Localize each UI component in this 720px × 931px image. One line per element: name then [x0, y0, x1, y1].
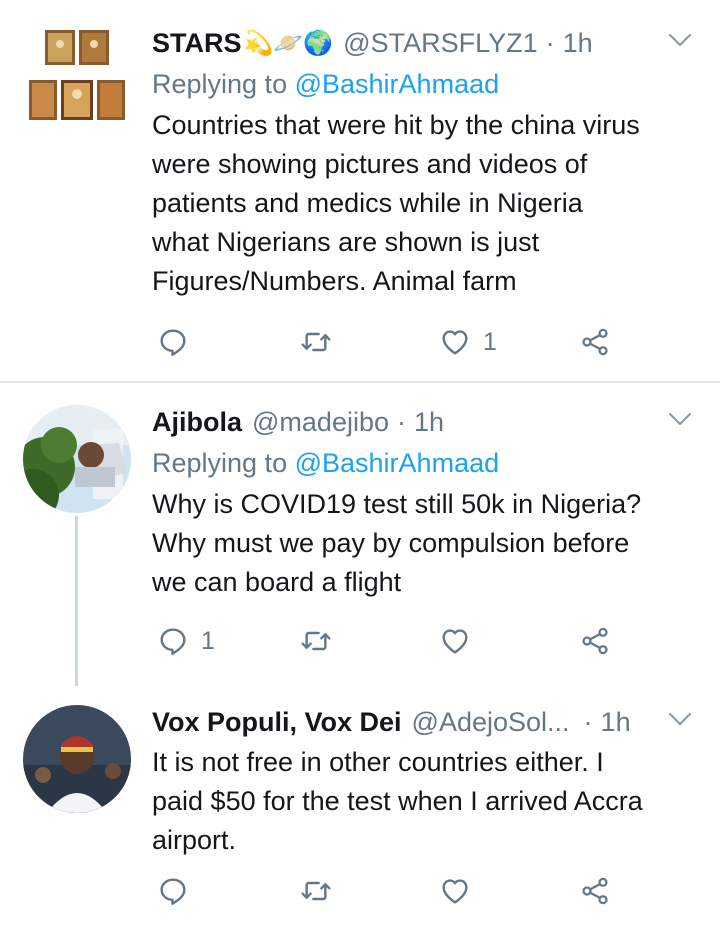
display-name[interactable]: Ajibola	[152, 407, 242, 438]
tweet-actions: 1	[157, 322, 637, 362]
retweet-button[interactable]	[300, 322, 344, 362]
like-button[interactable]	[439, 621, 483, 661]
display-name[interactable]: Vox Populi, Vox Dei	[152, 707, 402, 738]
person-outdoors-avatar-image	[23, 405, 131, 513]
reply-icon	[157, 326, 189, 358]
man-in-cap-avatar-image	[23, 705, 131, 813]
tweet-header: Ajibola @madejibo · 1h	[152, 401, 700, 443]
separator-dot: ·	[583, 706, 593, 737]
replying-prefix: Replying to	[152, 448, 288, 478]
chevron-down-icon[interactable]	[667, 409, 693, 429]
tweet-actions: 1	[157, 621, 637, 661]
retweet-icon	[300, 625, 332, 657]
reply-icon	[157, 875, 189, 907]
replying-prefix: Replying to	[152, 69, 288, 99]
name-emojis: 💫🪐🌍	[243, 29, 334, 57]
replying-to: Replying to @BashirAhmaad	[152, 443, 700, 483]
retweet-button[interactable]	[300, 871, 344, 911]
user-handle[interactable]: @madejibo	[252, 407, 389, 438]
tweet-text: Why is COVID19 test still 50k in Nigeria…	[152, 489, 642, 597]
share-button[interactable]	[579, 871, 611, 911]
share-button[interactable]	[579, 621, 611, 661]
chevron-down-icon[interactable]	[667, 709, 693, 729]
heart-icon	[439, 326, 471, 358]
tweet-text: It is not free in other countries either…	[152, 747, 643, 855]
share-icon	[579, 875, 611, 907]
like-count: 1	[483, 327, 497, 356]
tweet-header: Vox Populi, Vox Dei @AdejoSol... · 1h	[152, 701, 700, 743]
retweet-icon	[300, 875, 332, 907]
timestamp[interactable]: 1h	[601, 707, 631, 738]
reply-button[interactable]	[157, 871, 201, 911]
retweet-icon	[300, 326, 332, 358]
share-button[interactable]	[579, 322, 611, 362]
user-handle[interactable]: @AdejoSol...	[412, 707, 570, 738]
art-panels-avatar-image	[23, 22, 131, 130]
tweet-header: STARS 💫🪐🌍 @STARSFLYZ1 · 1h	[152, 22, 700, 64]
tweet-1[interactable]: STARS 💫🪐🌍 @STARSFLYZ1 · 1h Replying to @…	[0, 0, 720, 382]
like-button[interactable]: 1	[439, 322, 497, 362]
chevron-down-icon[interactable]	[667, 30, 693, 50]
replying-to: Replying to @BashirAhmaad	[152, 64, 700, 104]
like-button[interactable]	[439, 871, 483, 911]
timestamp[interactable]: 1h	[414, 407, 444, 438]
reply-count: 1	[201, 626, 215, 655]
reply-button[interactable]: 1	[157, 621, 215, 661]
tweet-text: Countries that were hit by the china vir…	[152, 110, 640, 296]
avatar-vox-populi[interactable]	[23, 705, 131, 813]
reply-button[interactable]	[157, 322, 201, 362]
avatar-ajibola[interactable]	[23, 405, 131, 513]
tweet-2[interactable]: Ajibola @madejibo · 1h Replying to @Bash…	[0, 383, 720, 686]
reply-mention-link[interactable]: @BashirAhmaad	[295, 69, 500, 99]
avatar-stars[interactable]	[23, 22, 131, 130]
share-icon	[579, 326, 611, 358]
display-name[interactable]: STARS	[152, 28, 242, 59]
heart-icon	[439, 875, 471, 907]
user-handle[interactable]: @STARSFLYZ1	[343, 28, 537, 59]
reply-mention-link[interactable]: @BashirAhmaad	[295, 448, 500, 478]
separator-dot: ·	[397, 406, 406, 437]
tweet-3[interactable]: Vox Populi, Vox Dei @AdejoSol... · 1h It…	[0, 683, 720, 931]
heart-icon	[439, 625, 471, 657]
thread-connector	[75, 516, 78, 686]
tweet-actions	[157, 871, 637, 911]
reply-icon	[157, 625, 189, 657]
share-icon	[579, 625, 611, 657]
separator-dot: ·	[545, 27, 555, 58]
timestamp[interactable]: 1h	[563, 28, 593, 59]
retweet-button[interactable]	[300, 621, 344, 661]
